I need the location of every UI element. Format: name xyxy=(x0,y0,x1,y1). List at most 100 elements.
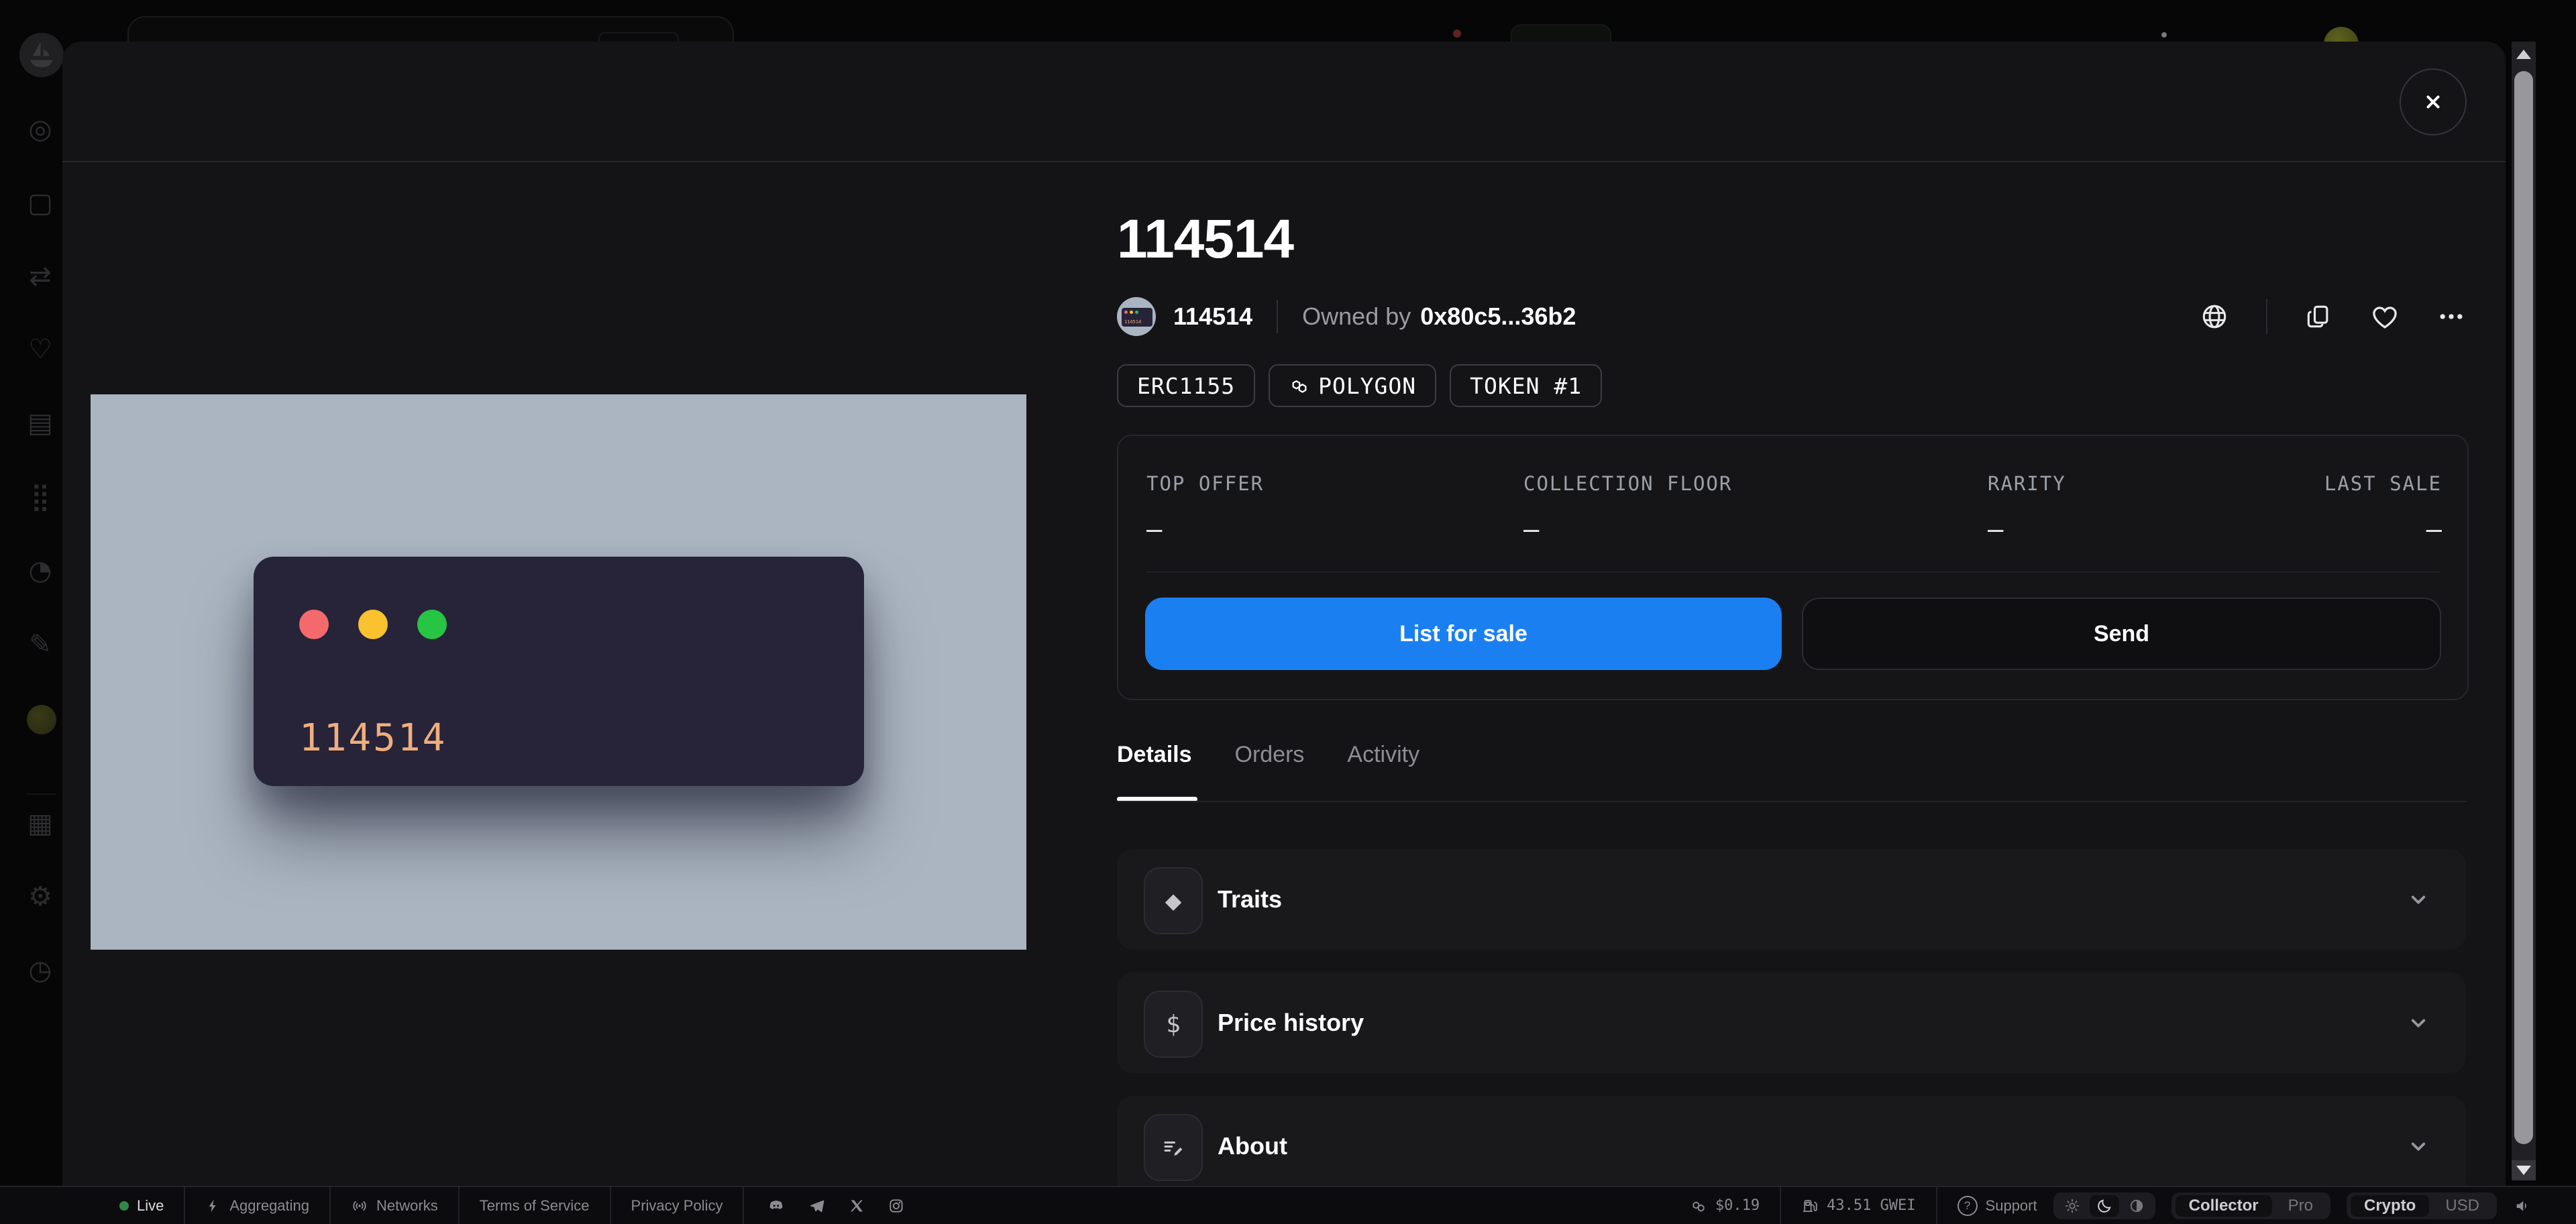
tab-details[interactable]: Details xyxy=(1117,742,1192,768)
heart-icon xyxy=(2369,301,2400,332)
stat-last-sale: LAST SALE – xyxy=(2324,472,2442,545)
nft-detail-modal: 114514 114514 114514 114514 Owned by 0x8… xyxy=(62,42,2506,1223)
diamond-icon: ◆ xyxy=(1144,867,1203,934)
accordion-label: About xyxy=(1218,1096,1287,1197)
stat-collection-floor: COLLECTION FLOOR – xyxy=(1523,472,1988,545)
tab-orders[interactable]: Orders xyxy=(1235,742,1305,768)
live-dot-icon xyxy=(119,1201,129,1211)
close-button[interactable] xyxy=(2400,68,2467,135)
close-icon xyxy=(2420,89,2447,115)
owner-address[interactable]: 0x80c5...36b2 xyxy=(1420,302,1576,331)
scrollbar[interactable] xyxy=(2512,42,2536,1180)
sidebar-profile-avatar[interactable] xyxy=(27,705,56,734)
terms-of-service-link[interactable]: Terms of Service xyxy=(480,1197,590,1215)
gas-pump-icon xyxy=(1801,1197,1819,1215)
pro-mode-button[interactable]: Pro xyxy=(2275,1195,2326,1217)
speaker-icon xyxy=(2513,1196,2533,1216)
discord-icon[interactable] xyxy=(767,1197,786,1215)
accordion-label: Price history xyxy=(1218,972,1364,1073)
traffic-light-dots xyxy=(299,610,447,639)
copy-icon xyxy=(2304,302,2333,331)
question-icon: ? xyxy=(1957,1196,1978,1216)
scrollbar-thumb[interactable] xyxy=(2514,71,2533,1144)
accordion-label: Traits xyxy=(1218,849,1282,950)
list-for-sale-button[interactable]: List for sale xyxy=(1145,598,1782,670)
dark-theme-button[interactable] xyxy=(2090,1195,2119,1217)
matic-price: $0.19 xyxy=(1690,1197,1760,1215)
send-button[interactable]: Send xyxy=(1802,598,2441,670)
x-icon[interactable] xyxy=(849,1198,865,1214)
notes-pencil-icon xyxy=(1144,1114,1203,1181)
badge-row: ERC1155 POLYGON TOKEN #1 xyxy=(1117,364,1602,407)
scroll-up-arrow[interactable] xyxy=(2512,46,2536,63)
owner-row: 114514 114514 Owned by 0x80c5...36b2 xyxy=(1117,296,1576,337)
chevron-down-icon xyxy=(2406,1133,2431,1159)
chevron-down-icon xyxy=(2406,887,2431,912)
theme-toggle xyxy=(2053,1192,2155,1219)
gas-price: 43.51 GWEI xyxy=(1801,1197,1915,1215)
sound-toggle[interactable] xyxy=(2513,1196,2533,1216)
usd-currency-button[interactable]: USD xyxy=(2432,1195,2493,1217)
owned-by-label: Owned by xyxy=(1302,302,1411,331)
accordion-about[interactable]: About xyxy=(1117,1096,2466,1197)
globe-icon xyxy=(2199,301,2230,332)
collector-mode-button[interactable]: Collector xyxy=(2176,1195,2272,1217)
live-status: Live xyxy=(119,1197,164,1215)
tabs-divider xyxy=(1117,801,2466,802)
red-dot xyxy=(299,610,329,639)
view-mode-toggle: Collector Pro xyxy=(2171,1192,2330,1219)
action-icons xyxy=(2199,300,2466,333)
sidebar-divider xyxy=(27,793,56,795)
opensea-logo-icon[interactable] xyxy=(17,31,66,79)
copy-button[interactable] xyxy=(2304,302,2333,331)
badge-chain: POLYGON xyxy=(1269,364,1436,407)
broadcast-icon xyxy=(351,1197,368,1215)
light-theme-button[interactable] xyxy=(2057,1195,2087,1217)
badge-token-id: TOKEN #1 xyxy=(1450,364,1602,407)
ellipsis-icon xyxy=(2436,302,2466,331)
accordion-traits[interactable]: ◆ Traits xyxy=(1117,849,2466,950)
scroll-down-arrow[interactable] xyxy=(2512,1160,2536,1180)
website-button[interactable] xyxy=(2199,301,2230,332)
icon-divider xyxy=(2266,299,2267,334)
favorite-button[interactable] xyxy=(2369,301,2400,332)
moon-icon xyxy=(2096,1197,2113,1215)
currency-toggle: Crypto USD xyxy=(2347,1192,2497,1219)
collection-name[interactable]: 114514 xyxy=(1173,302,1252,331)
artwork-mac-window: 114514 xyxy=(254,557,864,786)
modal-header xyxy=(62,42,2506,162)
stats-card: TOP OFFER – COLLECTION FLOOR – RARITY – … xyxy=(1117,435,2469,700)
badge-token-standard: ERC1155 xyxy=(1117,364,1255,407)
lightning-icon xyxy=(205,1198,221,1214)
nft-image[interactable]: 114514 xyxy=(91,394,1026,950)
sun-icon xyxy=(2063,1197,2081,1215)
more-button[interactable] xyxy=(2436,302,2466,331)
polygon-icon xyxy=(1690,1197,1707,1215)
telegram-icon[interactable] xyxy=(808,1197,826,1215)
support-link[interactable]: ? Support xyxy=(1957,1196,2037,1216)
stat-rarity: RARITY – xyxy=(1988,472,2324,545)
owner-separator xyxy=(1277,300,1278,333)
page-title: 114514 xyxy=(1117,209,1293,270)
crypto-currency-button[interactable]: Crypto xyxy=(2351,1195,2429,1217)
instagram-icon[interactable] xyxy=(888,1197,905,1215)
privacy-policy-link[interactable]: Privacy Policy xyxy=(631,1197,723,1215)
chevron-down-icon xyxy=(2406,1010,2431,1036)
contrast-theme-button[interactable] xyxy=(2122,1195,2151,1217)
accordion-price-history[interactable]: $ Price history xyxy=(1117,972,2466,1073)
contrast-icon xyxy=(2128,1197,2145,1215)
collection-avatar[interactable]: 114514 xyxy=(1117,297,1156,336)
polygon-icon xyxy=(1289,375,1310,396)
yellow-dot xyxy=(358,610,388,639)
tab-activity[interactable]: Activity xyxy=(1347,742,1419,768)
status-bar: Live Aggregating Networks Terms of Servi… xyxy=(0,1186,2576,1224)
networks-status[interactable]: Networks xyxy=(351,1197,438,1215)
green-dot xyxy=(417,610,447,639)
detail-tabs: Details Orders Activity xyxy=(1117,742,1419,768)
stat-top-offer: TOP OFFER – xyxy=(1146,472,1523,545)
notification-dot xyxy=(1453,30,1461,38)
header-dot xyxy=(2161,32,2167,38)
stats-divider xyxy=(1146,571,2440,573)
dollar-icon: $ xyxy=(1144,991,1203,1058)
aggregating-status: Aggregating xyxy=(205,1197,309,1215)
